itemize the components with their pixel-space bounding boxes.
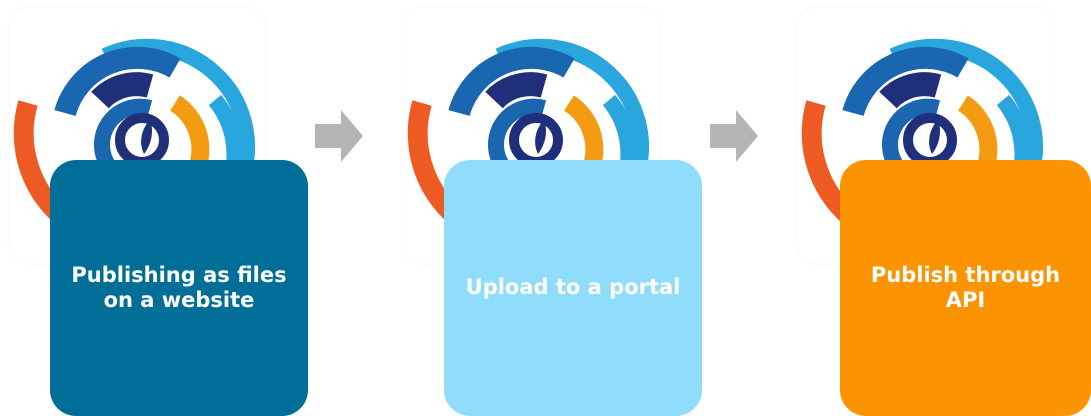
step-2: Upload to a portal [404, 0, 702, 416]
step-3: Publish through API [798, 0, 1091, 416]
arrow-right-icon [710, 110, 758, 162]
step-card-2: Upload to a portal [444, 160, 702, 416]
step-label-1: Publishing as files on a website [71, 262, 287, 312]
step-1: Publishing as files on a website [10, 0, 308, 416]
arrow-right-icon [315, 110, 363, 162]
step-label-3: Publish through API [870, 262, 1061, 312]
step-label-2: Upload to a portal [465, 275, 681, 300]
step-card-1: Publishing as files on a website [50, 160, 308, 416]
step-card-3: Publish through API [840, 160, 1091, 416]
